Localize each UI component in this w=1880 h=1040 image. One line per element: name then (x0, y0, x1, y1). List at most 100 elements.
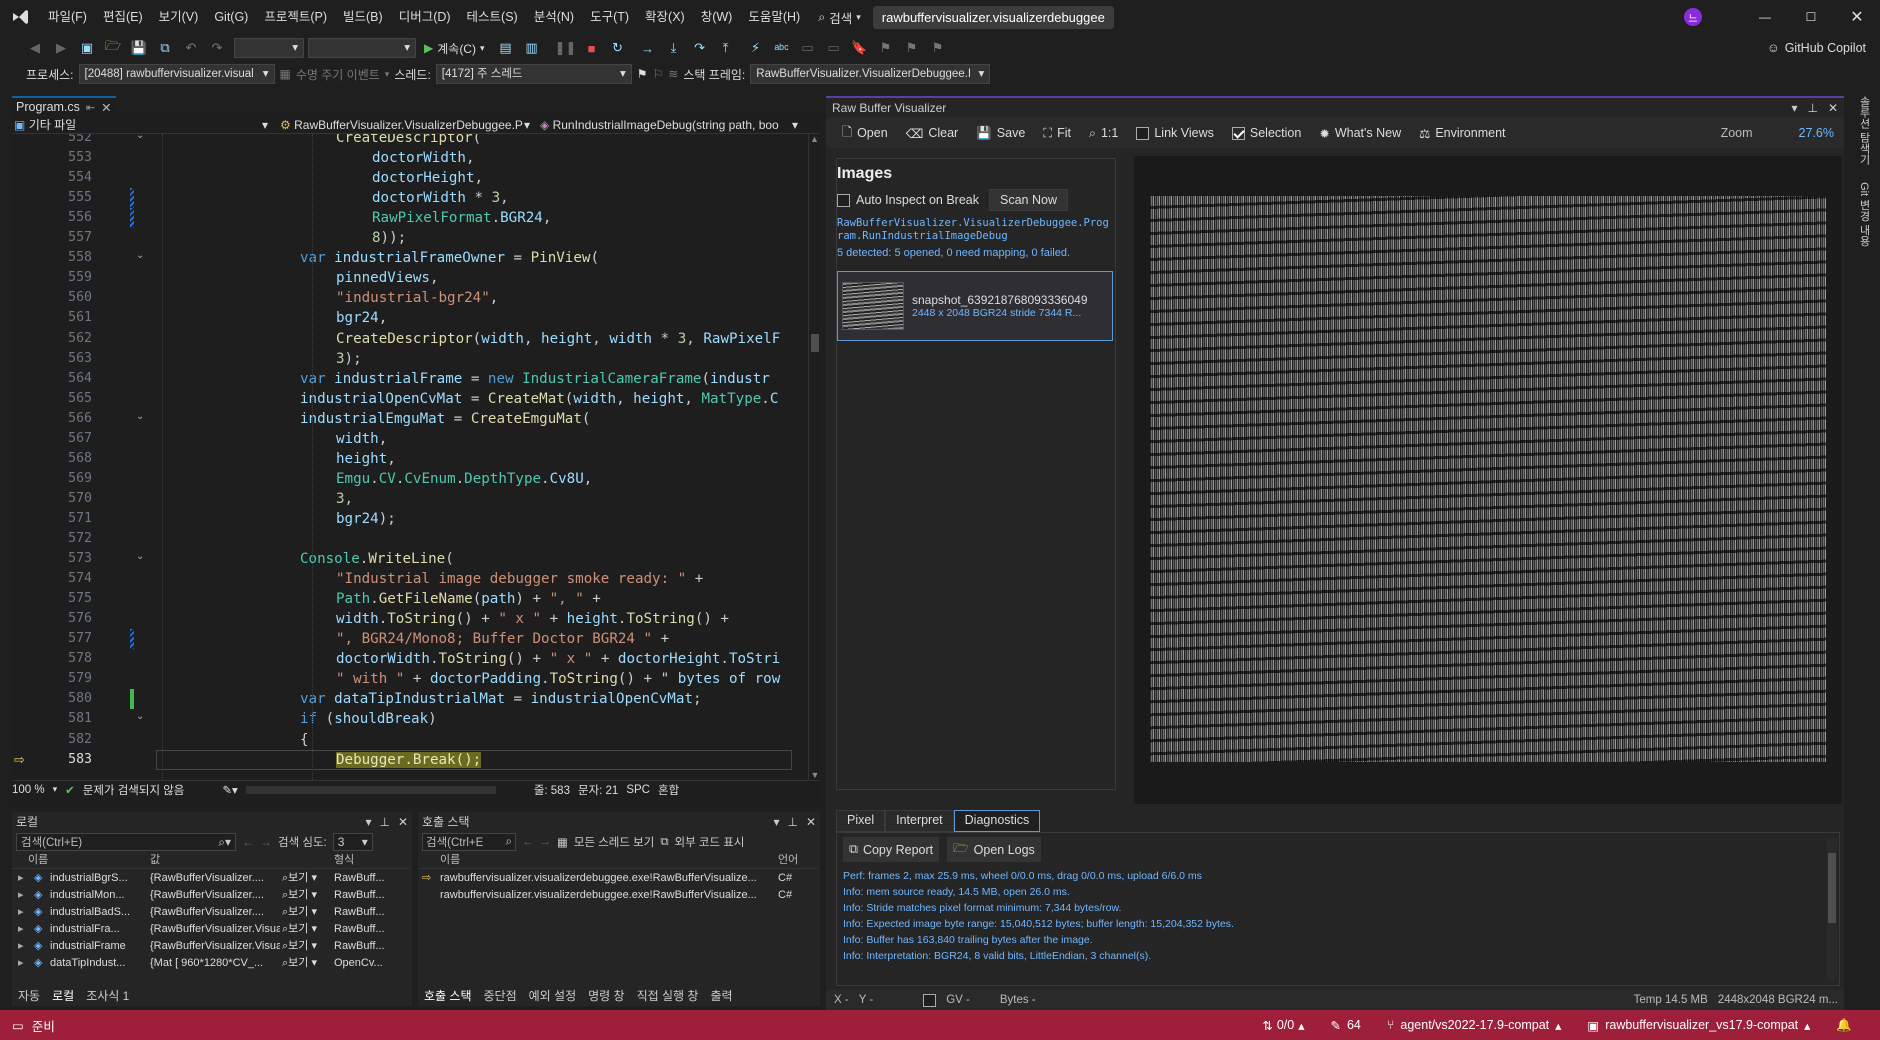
expand-icon[interactable]: ▸ (18, 887, 24, 904)
menu-item-8[interactable]: 분석(N) (526, 0, 582, 34)
hot-reload-icon[interactable]: ⚡ (745, 38, 767, 58)
save-button[interactable]: 💾 Save (970, 124, 1031, 143)
code-line[interactable]: industrialEmguMat = CreateEmguMat( (300, 409, 590, 429)
view-button[interactable]: ⌕보기 ▾ (282, 921, 317, 938)
stop-icon[interactable]: ■ (581, 38, 603, 58)
locals-row[interactable]: ▸ ◈ industrialFrame {RawBufferVisualizer.Vi… (12, 938, 410, 955)
view-button[interactable]: ⌕보기 ▾ (282, 938, 317, 955)
close-icon[interactable]: ✕ (1828, 98, 1838, 118)
zoom-dropdown[interactable]: 100 % (12, 784, 45, 796)
code-line[interactable]: height, (336, 449, 396, 469)
code-line[interactable]: Console.WriteLine( (300, 549, 454, 569)
close-icon[interactable]: ✕ (806, 812, 816, 832)
code-line[interactable]: doctorWidth * 3, (372, 188, 509, 208)
uncomment-icon[interactable]: ▭ (823, 38, 845, 58)
fold-chevron-icon[interactable]: ⌄ (136, 551, 144, 562)
link-views-toggle[interactable]: Link Views (1130, 124, 1220, 142)
clear-bookmarks-icon[interactable]: ⚑ (927, 38, 949, 58)
menu-item-2[interactable]: 보기(V) (151, 0, 207, 34)
locals-search-input[interactable]: 검색(Ctrl+E) ⌕▾ (16, 833, 236, 851)
show-next-statement-icon[interactable]: → (637, 38, 659, 58)
git-changes-tab[interactable]: Git 변경 내용 (1858, 182, 1870, 246)
notification-icon[interactable]: 🔔 (1836, 1018, 1852, 1033)
search-icon[interactable]: ⌕ (506, 836, 512, 849)
forward-arrow-icon[interactable]: → (260, 835, 272, 849)
tab-diagnostics[interactable]: Diagnostics (953, 810, 1041, 832)
selection-checkbox[interactable] (1231, 126, 1245, 140)
next-bookmark-icon[interactable]: ⚑ (901, 38, 923, 58)
callstack-row[interactable]: rawbuffervisualizer.visualizerdebuggee.e… (418, 887, 818, 904)
save-all-icon[interactable]: ⧉ (154, 38, 176, 58)
layout-icon[interactable]: ▤ (495, 38, 517, 58)
tab-pixel[interactable]: Pixel (836, 810, 886, 832)
save-icon[interactable]: 💾 (128, 38, 150, 58)
code-line[interactable]: pinnedViews, (336, 268, 439, 288)
menu-item-5[interactable]: 빌드(B) (335, 0, 391, 34)
maximize-button[interactable]: ☐ (1788, 10, 1834, 24)
locals-row[interactable]: ▸ ◈ industrialBadS... {RawBufferVisualizer.… (12, 904, 410, 921)
code-line[interactable]: 3); (336, 349, 362, 369)
one-to-one-button[interactable]: ⌕ 1:1 (1083, 124, 1124, 143)
solution-explorer-tab[interactable]: 솔루션 탐색기 (1858, 96, 1870, 165)
new-project-icon[interactable]: ▣ (76, 38, 98, 58)
chevron-down-icon[interactable]: ▾ (365, 812, 371, 832)
repo-indicator[interactable]: ▣ rawbuffervisualizer_vs17.9-compat ▴ (1587, 1018, 1810, 1033)
code-line[interactable]: { (300, 730, 309, 750)
fold-chevron-icon[interactable]: ⌄ (136, 411, 144, 422)
callstack-search-input[interactable]: 검색(Ctrl+E ⌕ (422, 833, 516, 851)
search-depth-dropdown[interactable]: 3 ▾ (332, 833, 373, 851)
view-button[interactable]: ⌕보기 ▾ (282, 904, 317, 921)
back-arrow-icon[interactable]: ← (242, 835, 254, 849)
close-icon[interactable]: ✕ (101, 100, 111, 115)
menu-item-6[interactable]: 디버그(D) (391, 0, 459, 34)
scrollbar[interactable]: ▲ ▼ (808, 134, 820, 780)
view-button[interactable]: ⌕보기 ▾ (282, 887, 317, 904)
config-dropdown[interactable]: ▾ (234, 38, 304, 58)
flag-icon[interactable]: ⚑ (637, 67, 648, 81)
h-scrollbar[interactable] (245, 785, 496, 794)
locals-row[interactable]: ▸ ◈ industrialBgrS... {RawBufferVisualizer.… (12, 870, 410, 887)
menu-item-9[interactable]: 도구(T) (582, 0, 637, 34)
lifecycle-icon[interactable]: ▦ (280, 67, 291, 81)
process-dropdown[interactable]: [20488] rawbuffervisualizer.visual ▾ (78, 64, 275, 84)
whats-new-button[interactable]: ✹ What's New (1313, 124, 1407, 143)
step-into-icon[interactable]: ⤓ (663, 38, 685, 58)
code-line[interactable]: Emgu.CV.CvEnum.DepthType.Cv8U, (336, 469, 592, 489)
log-output[interactable]: Perf: frames 2, max 25.9 ms, wheel 0/0.0… (837, 866, 1839, 974)
bookmark-icon[interactable]: 🔖 (849, 38, 871, 58)
code-line[interactable]: doctorWidth, (372, 148, 475, 168)
menu-item-10[interactable]: 확장(X) (637, 0, 693, 34)
redo-icon[interactable]: ↷ (206, 38, 228, 58)
spell-check-icon[interactable]: ᵃᵇᶜ (771, 38, 793, 58)
step-out-icon[interactable]: ⤒ (715, 38, 737, 58)
menu-item-1[interactable]: 편집(E) (95, 0, 151, 34)
changes-indicator[interactable]: ✎ 64 (1331, 1018, 1361, 1033)
attach-icon[interactable]: ▥ (521, 38, 543, 58)
code-line[interactable]: doctorWidth.ToString() + " x " + doctorH… (336, 649, 780, 669)
branch-indicator[interactable]: ⑂ agent/vs2022-17.9-compat ▴ (1387, 1018, 1562, 1033)
code-line[interactable]: var industrialFrameOwner = PinView( (300, 248, 599, 268)
environment-button[interactable]: ⚖ Environment (1413, 124, 1511, 143)
callstack-tab-3[interactable]: 명령 창 (582, 986, 630, 1006)
up-arrow-icon[interactable]: ▲ (809, 134, 820, 144)
down-arrow-icon[interactable]: ▼ (809, 770, 820, 780)
tab-program-cs[interactable]: Program.cs ⇤ ✕ (12, 96, 116, 116)
thread-dropdown[interactable]: [4172] 주 스레드 ▾ (435, 64, 632, 84)
stack-icon[interactable]: ≋ (668, 67, 678, 81)
link-views-checkbox[interactable] (1136, 126, 1150, 140)
undo-icon[interactable]: ↶ (180, 38, 202, 58)
fold-chevron-icon[interactable]: ⌄ (136, 250, 144, 261)
code-line[interactable]: doctorHeight, (372, 168, 483, 188)
auto-inspect-checkbox[interactable] (837, 193, 850, 207)
view-button[interactable]: ⌕보기 ▾ (282, 955, 317, 972)
code-line[interactable]: 8)); (372, 228, 406, 248)
callstack-tab-5[interactable]: 출력 (704, 986, 738, 1006)
scroll-thumb[interactable] (811, 334, 819, 352)
comment-icon[interactable]: ▭ (797, 38, 819, 58)
code-line[interactable]: bgr24); (336, 509, 396, 529)
code-line[interactable]: width.ToString() + " x " + height.ToStri… (336, 609, 729, 629)
code-line[interactable]: 3, (336, 489, 353, 509)
code-line[interactable]: width, (336, 429, 387, 449)
log-scrollbar[interactable] (1827, 839, 1837, 979)
code-line[interactable]: ", BGR24/Mono8; Buffer Doctor BGR24 " + (336, 629, 669, 649)
